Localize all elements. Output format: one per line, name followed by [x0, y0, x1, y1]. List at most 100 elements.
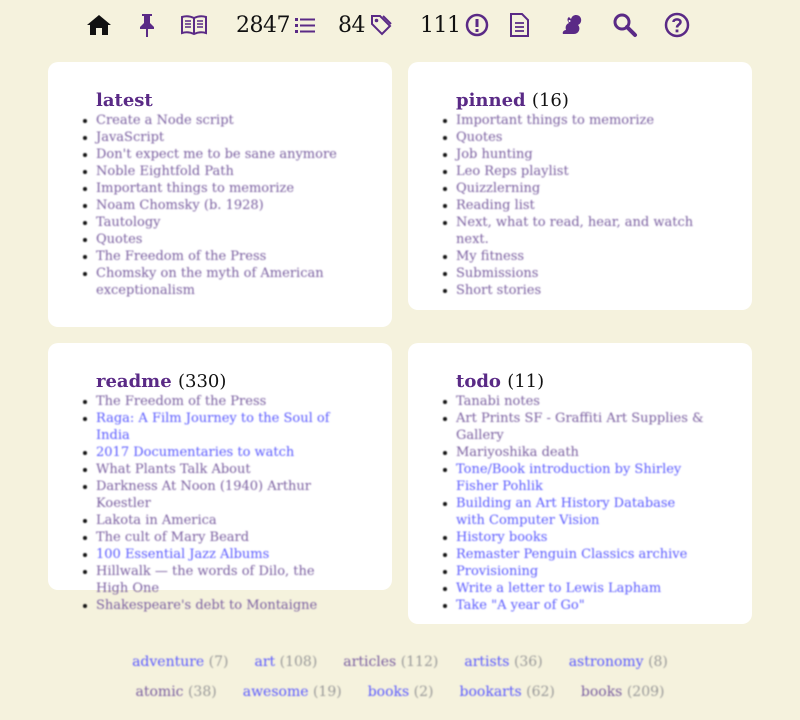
list-item: 2017 Documentaries to watch [83, 444, 346, 461]
todo-item-link[interactable]: Take "A year of Go" [456, 598, 585, 613]
readme-item-link[interactable]: The Freedom of the Press [96, 394, 266, 409]
pinned-item-link[interactable]: Quizzlerning [456, 181, 540, 196]
list-item: Take "A year of Go" [443, 597, 706, 614]
pinned-item-link[interactable]: Quotes [456, 130, 502, 145]
readme-item-link[interactable]: Shakespeare's debt to Montaigne [96, 598, 317, 613]
todo-list: Tanabi notes Art Prints SF - Graffiti Art… [443, 393, 706, 614]
home-icon[interactable] [86, 10, 112, 40]
pinned-item-link[interactable]: Reading list [456, 198, 535, 213]
readme-item-link[interactable]: Lakota in America [96, 513, 217, 528]
latest-item-link[interactable]: Noam Chomsky (b. 1928) [96, 198, 264, 213]
todo-title[interactable]: todo [456, 371, 501, 392]
tag-row: atomic (38) awesome (19) books (2) bookarts… [0, 684, 800, 700]
list-item: Job hunting [443, 146, 706, 163]
tag-count: (38) [187, 684, 217, 700]
latest-list: Create a Node script JavaScript Don't expe… [83, 112, 346, 299]
tag-link[interactable]: adventure (7) [132, 654, 228, 670]
latest-title[interactable]: latest [96, 90, 153, 111]
latest-item-link[interactable]: Tautology [96, 215, 161, 230]
list-item: Raga: A Film Journey to the Soul of Indi… [83, 410, 346, 444]
pinned-heading: pinned (16) [456, 90, 569, 111]
todo-item-link[interactable]: Art Prints SF - Graffiti Art Supplies & … [456, 411, 704, 443]
todo-item-link[interactable]: Building an Art History Database with Co… [456, 496, 675, 528]
items-count-link[interactable]: 2847 [236, 10, 316, 40]
pinned-list: Important things to memorize Quotes Job hu… [443, 112, 706, 299]
readme-item-link[interactable]: 100 Essential Jazz Albums [96, 547, 269, 562]
tags-count-link[interactable]: 84 [338, 10, 393, 40]
pinned-title[interactable]: pinned [456, 90, 526, 111]
list-item: Important things to memorize [443, 112, 706, 129]
tag-link[interactable]: astronomy (8) [569, 654, 668, 670]
tag-count: (108) [279, 654, 318, 670]
readme-title[interactable]: readme [96, 371, 172, 392]
readme-item-link[interactable]: Raga: A Film Journey to the Soul of Indi… [96, 411, 330, 443]
pinned-item-link[interactable]: Job hunting [456, 147, 533, 162]
tag-name: books [367, 684, 410, 700]
pinned-item-link[interactable]: Next, what to read, hear, and watch next… [456, 215, 693, 247]
list-item: Noble Eightfold Path [83, 163, 346, 180]
tag-link[interactable]: art (108) [255, 654, 318, 670]
todo-item-link[interactable]: Remaster Penguin Classics archive [456, 547, 687, 562]
tag-name: bookarts [459, 684, 522, 700]
tag-count: (7) [208, 654, 229, 670]
list-item: Noam Chomsky (b. 1928) [83, 197, 346, 214]
list-item: The Freedom of the Press [83, 393, 346, 410]
todo-item-link[interactable]: Mariyoshika death [456, 445, 579, 460]
document-icon[interactable] [508, 10, 530, 40]
latest-item-link[interactable]: Create a Node script [96, 113, 234, 128]
tags-count: 84 [338, 12, 366, 38]
list-icon [295, 18, 315, 33]
latest-item-link[interactable]: Chomsky on the myth of American exceptio… [96, 266, 324, 298]
tag-link[interactable]: books (209) [581, 684, 665, 700]
alerts-count-link[interactable]: 111 [420, 10, 489, 40]
readme-item-link[interactable]: 2017 Documentaries to watch [96, 445, 294, 460]
pinned-item-link[interactable]: Submissions [456, 266, 538, 281]
tag-link[interactable]: articles (112) [343, 654, 438, 670]
pinned-item-link[interactable]: Leo Reps playlist [456, 164, 569, 179]
tag-link[interactable]: atomic (38) [136, 684, 217, 700]
latest-item-link[interactable]: Important things to memorize [96, 181, 294, 196]
todo-item-link[interactable]: Provisioning [456, 564, 538, 579]
latest-item-link[interactable]: JavaScript [96, 130, 164, 145]
tag-name: astronomy [568, 654, 644, 670]
tag-link[interactable]: bookarts (62) [460, 684, 555, 700]
pinned-item-link[interactable]: My fitness [456, 249, 524, 264]
latest-item-link[interactable]: Noble Eightfold Path [96, 164, 234, 179]
tag-link[interactable]: books (2) [368, 684, 434, 700]
latest-item-link[interactable]: The Freedom of the Press [96, 249, 266, 264]
book-icon[interactable] [180, 10, 208, 40]
pinned-card: pinned (16) Important things to memorize… [408, 62, 752, 310]
pinned-item-link[interactable]: Important things to memorize [456, 113, 654, 128]
list-item: Provisioning [443, 563, 706, 580]
search-icon[interactable] [612, 10, 638, 40]
todo-item-link[interactable]: Write a letter to Lewis Lapham [456, 581, 661, 596]
list-item: Tautology [83, 214, 346, 231]
help-icon[interactable] [664, 10, 690, 40]
tag-link[interactable]: artists (36) [464, 654, 542, 670]
todo-item-link[interactable]: Tanabi notes [456, 394, 540, 409]
latest-item-link[interactable]: Don't expect me to be sane anymore [96, 147, 337, 162]
list-item: Don't expect me to be sane anymore [83, 146, 346, 163]
list-item: Important things to memorize [83, 180, 346, 197]
list-item: Chomsky on the myth of American exceptio… [83, 265, 346, 299]
readme-item-link[interactable]: The cult of Mary Beard [96, 530, 249, 545]
readme-item-link[interactable]: What Plants Talk About [96, 462, 251, 477]
tag-name: articles [343, 654, 397, 670]
latest-item-link[interactable]: Quotes [96, 232, 142, 247]
readme-item-link[interactable]: Darkness At Noon (1940) Arthur Koestler [96, 479, 311, 511]
todo-item-link[interactable]: History books [456, 530, 547, 545]
tag-icon [371, 15, 392, 36]
items-count: 2847 [236, 12, 291, 38]
tag-link[interactable]: awesome (19) [243, 684, 342, 700]
list-item: The cult of Mary Beard [83, 529, 346, 546]
readme-item-link[interactable]: Hillwalk — the words of Dilo, the High O… [96, 564, 315, 596]
list-item: What Plants Talk About [83, 461, 346, 478]
list-item: Next, what to read, hear, and watch next… [443, 214, 706, 248]
todo-count: (11) [507, 371, 545, 392]
todo-item-link[interactable]: Tone/Book introduction by Shirley Fisher… [456, 462, 681, 494]
tag-name: atomic [135, 684, 184, 700]
pinned-item-link[interactable]: Short stories [456, 283, 541, 298]
squirrel-icon[interactable] [558, 10, 584, 40]
pin-icon[interactable] [138, 10, 156, 40]
list-item: Tanabi notes [443, 393, 706, 410]
